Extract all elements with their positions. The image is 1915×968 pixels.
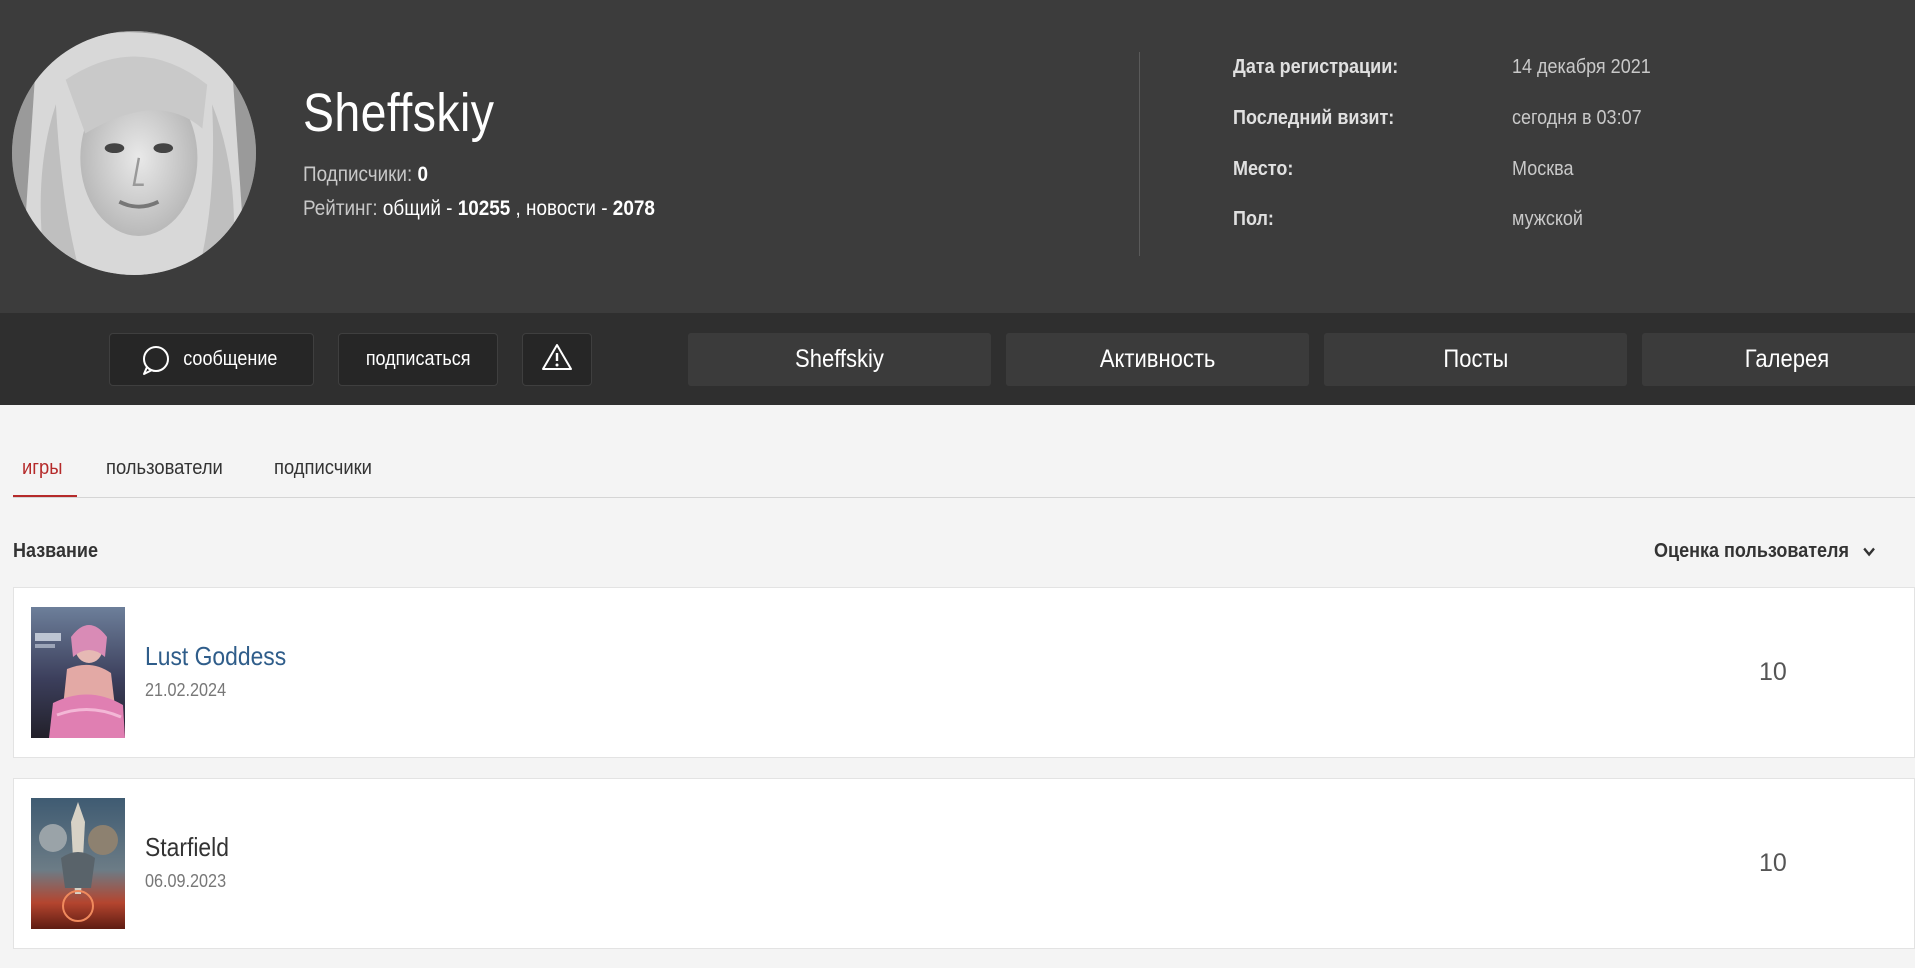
game-cover-image[interactable] (31, 607, 125, 738)
info-value: 14 декабря 2021 (1512, 56, 1651, 78)
info-value: Москва (1512, 158, 1574, 180)
tab-gallery[interactable]: Галерея (1642, 333, 1915, 386)
game-date: 06.09.2023 (145, 871, 227, 891)
tab-profile[interactable]: Sheffskiy (688, 333, 991, 386)
user-score: 10 (1759, 849, 1787, 877)
game-date: 21.02.2024 (145, 680, 227, 700)
info-label: Последний визит: (1233, 107, 1395, 129)
followers-stat: Подписчики: 0 (303, 163, 428, 187)
sub-tab-users[interactable]: пользователи (106, 457, 223, 480)
info-location: Место: Москва (1233, 158, 1573, 181)
rating-stat: Рейтинг: общий - 10255 , новости - 2078 (303, 197, 655, 221)
header-divider (1139, 52, 1140, 256)
user-score: 10 (1759, 658, 1787, 686)
info-value: мужской (1512, 208, 1583, 230)
avatar-portrait (12, 31, 256, 275)
avatar[interactable] (12, 31, 256, 275)
sub-tabs: игры пользователи подписчики (13, 447, 1915, 498)
game-cover-image[interactable] (31, 798, 125, 929)
chat-bubble-icon (140, 344, 172, 376)
sub-tab-followers[interactable]: подписчики (274, 457, 372, 480)
sub-tab-games[interactable]: игры (22, 457, 62, 480)
warning-icon (541, 342, 573, 378)
info-label: Пол: (1233, 208, 1274, 230)
tab-label: Sheffskiy (795, 345, 884, 373)
tab-posts[interactable]: Посты (1324, 333, 1627, 386)
tab-label: Активность (1099, 345, 1216, 373)
chevron-down-icon (1863, 540, 1876, 563)
message-button-label: сообщение (183, 348, 278, 370)
rating-general-label: общий - (382, 197, 453, 220)
rating-general-value: 10255 (457, 197, 511, 220)
info-gender: Пол: мужской (1233, 208, 1583, 231)
game-title-link[interactable]: Starfield (145, 832, 229, 863)
rating-news-label: , новости - (515, 197, 608, 220)
info-last-visit: Последний визит: сегодня в 03:07 (1233, 107, 1642, 130)
column-header-name: Название (13, 540, 98, 562)
report-button[interactable] (522, 333, 592, 386)
subscribe-button[interactable]: подписаться (338, 333, 498, 386)
info-value: сегодня в 03:07 (1512, 107, 1642, 129)
tab-label: Посты (1443, 345, 1508, 373)
table-row: Starfield 06.09.2023 10 (13, 778, 1915, 949)
profile-header: Sheffskiy Подписчики: 0 Рейтинг: общий -… (0, 0, 1915, 313)
profile-nav-bar: сообщение подписаться Sheffskiy Активнос… (0, 313, 1915, 405)
game-title-link[interactable]: Lust Goddess (145, 641, 286, 672)
rating-label: Рейтинг: (303, 197, 378, 220)
subscribe-button-label: подписаться (365, 348, 471, 370)
table-row: Lust Goddess 21.02.2024 10 (13, 587, 1915, 758)
message-button[interactable]: сообщение (109, 333, 314, 386)
rating-news-value: 2078 (612, 197, 655, 220)
tab-activity[interactable]: Активность (1006, 333, 1309, 386)
column-header-user-rating[interactable]: Оценка пользователя (1654, 540, 1876, 563)
tab-label: Галерея (1744, 345, 1830, 373)
info-registration: Дата регистрации: 14 декабря 2021 (1233, 56, 1651, 79)
username: Sheffskiy (303, 83, 495, 143)
column-header-label: Оценка пользователя (1654, 540, 1849, 562)
info-label: Место: (1233, 158, 1294, 180)
active-tab-underline (13, 495, 77, 497)
info-label: Дата регистрации: (1233, 56, 1399, 78)
followers-count: 0 (417, 163, 429, 186)
followers-label: Подписчики: (303, 163, 413, 186)
